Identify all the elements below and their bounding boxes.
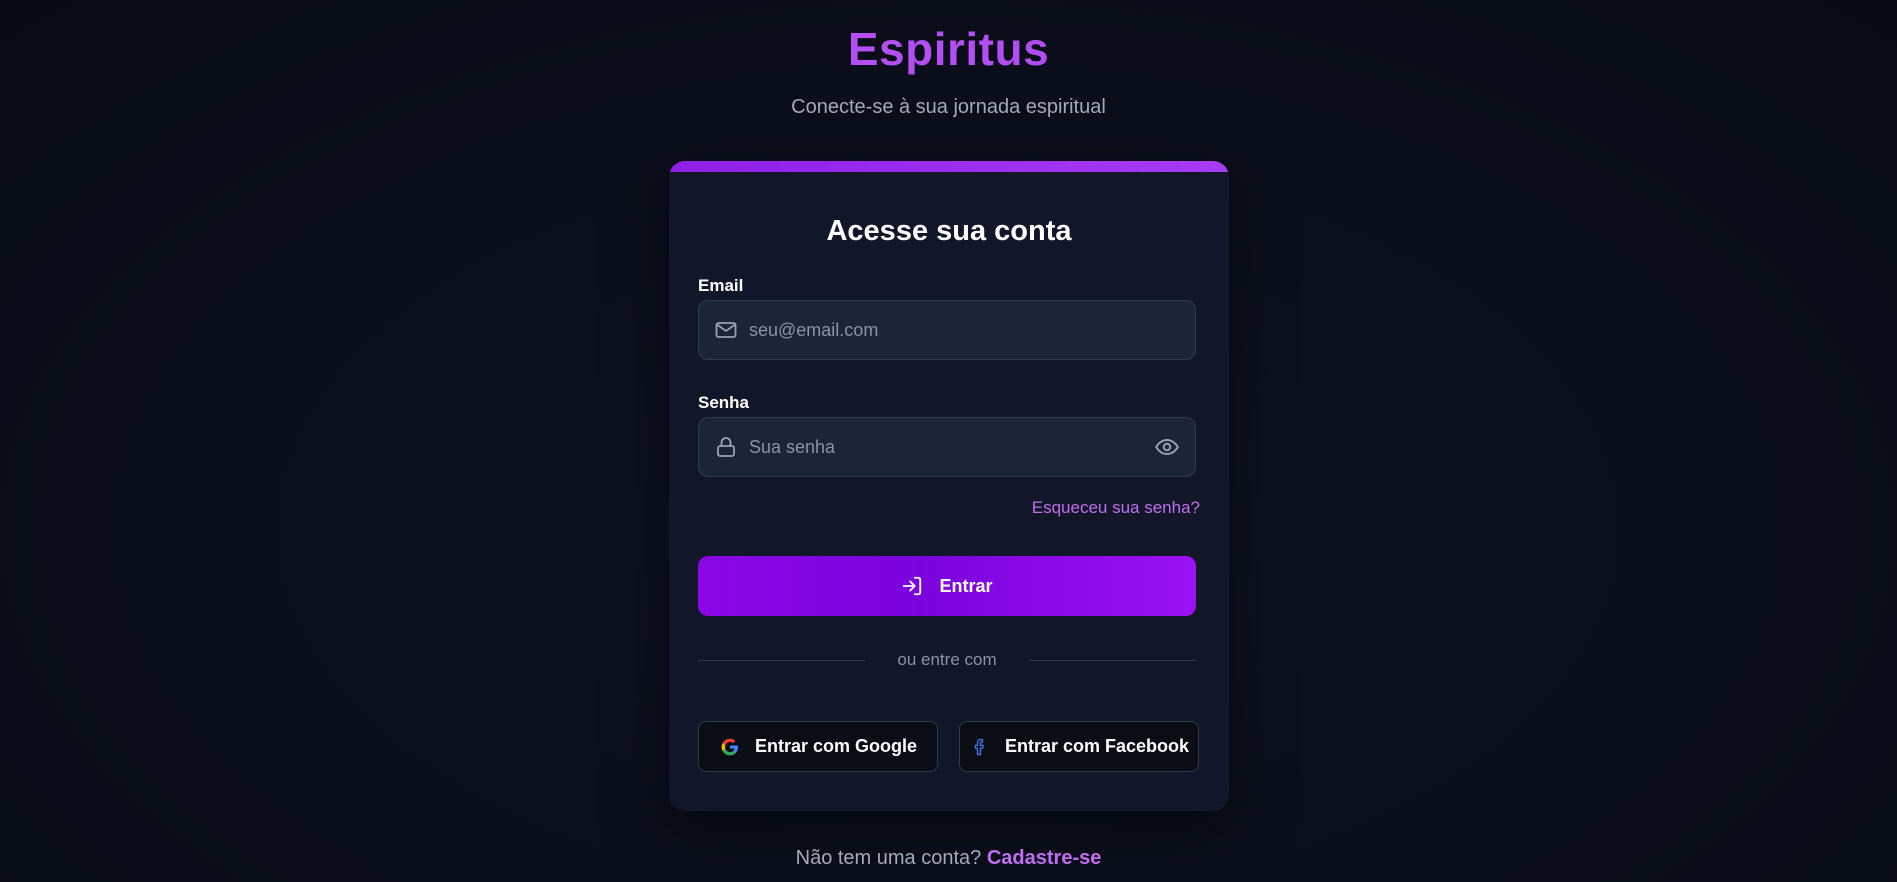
facebook-icon (969, 736, 991, 758)
google-login-label: Entrar com Google (754, 736, 918, 756)
password-input[interactable] (749, 418, 1153, 476)
brand-title: Espiritus (0, 22, 1897, 76)
divider: ou entre com (698, 649, 1197, 671)
divider-line-right (1028, 659, 1197, 661)
email-input[interactable] (749, 301, 1195, 359)
signup-prompt-text: Não tem uma conta? (795, 847, 982, 869)
tagline: Conecte-se à sua jornada espiritual (791, 96, 1106, 118)
email-label: Email (698, 276, 744, 295)
login-button[interactable]: Entrar (698, 556, 1196, 616)
log-in-icon (901, 575, 923, 597)
card-title: Acesse sua conta (826, 215, 1072, 247)
password-label: Senha (698, 393, 750, 412)
signup-link[interactable]: Cadastre-se (987, 847, 1102, 869)
google-login-button[interactable]: Entrar com Google (698, 721, 938, 772)
divider-line-left (698, 659, 866, 661)
login-button-label: Entrar (939, 575, 993, 596)
divider-text: ou entre com (897, 650, 997, 669)
password-field-wrapper[interactable] (698, 417, 1196, 477)
card-accent-bar (669, 161, 1229, 172)
mail-icon (713, 317, 739, 343)
login-card: Acesse sua conta Email Senha Esqueceu su… (669, 161, 1229, 811)
facebook-login-label: Entrar com Facebook (1004, 736, 1190, 756)
eye-icon[interactable] (1153, 433, 1181, 461)
forgot-password-link[interactable]: Esqueceu sua senha? (1032, 498, 1200, 518)
facebook-login-button[interactable]: Entrar com Facebook (959, 721, 1199, 772)
signup-prompt: Não tem uma conta? Cadastre-se (0, 847, 1897, 870)
email-field-wrapper[interactable] (698, 300, 1196, 360)
google-icon (719, 736, 741, 758)
lock-icon (713, 434, 739, 460)
